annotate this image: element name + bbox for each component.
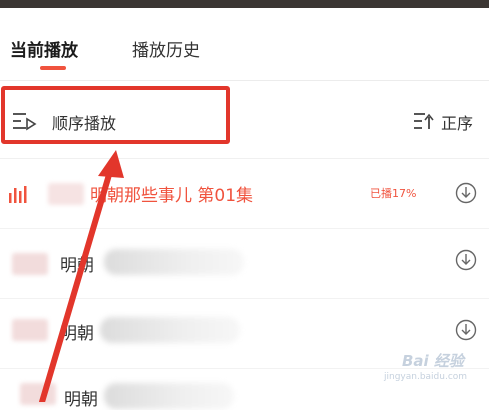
watermark-url: jingyan.baidu.com: [384, 372, 468, 382]
watermark-logo: Bai 经验 jingyan.baidu.com: [382, 350, 484, 400]
watermark-brand: Bai 经验: [402, 352, 464, 370]
annotation-arrow: [39, 150, 124, 402]
